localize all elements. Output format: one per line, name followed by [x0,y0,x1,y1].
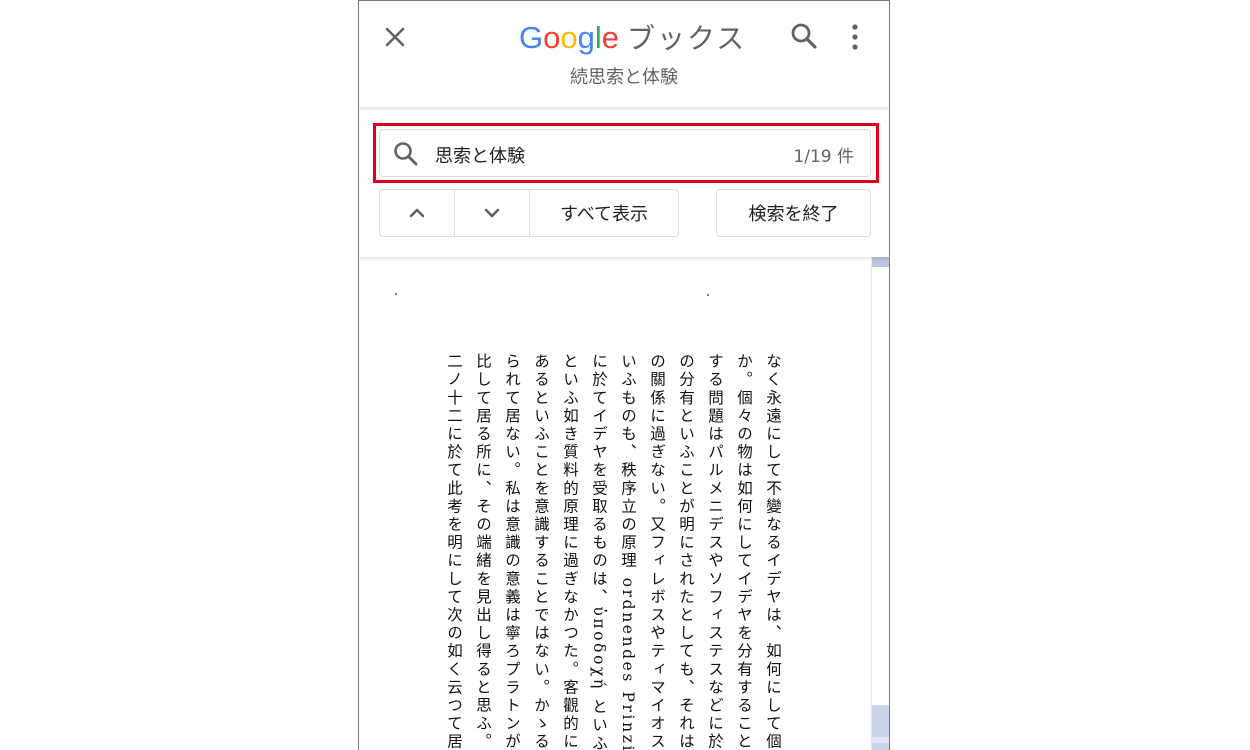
brand-letter: o [560,20,578,55]
close-button[interactable] [379,21,411,53]
chevron-down-icon [484,208,500,218]
text-column: に於てイデヤを受取るものは、ὑποδοχή といふものと考へら [590,353,608,750]
search-icon [791,23,817,49]
page-speck [707,294,709,296]
text-column: の分有といふことが明にされたとしても、それは客觀界に於 [677,353,695,750]
text-column: いふものも、秩序立の原理 ordnendes Prinzip 以上に出て [619,353,637,750]
brand-letter: e [601,20,620,55]
page-scrollbar[interactable] [871,257,889,750]
text-column: られて居ない。私は意識の意義は寧ろプラトンがテアイテ [503,353,521,750]
service-name: ブックス [627,22,747,55]
next-result-button[interactable] [455,190,530,236]
annotation-highlight-box [373,123,879,183]
book-page-view[interactable]: なく永遠にして不變なるイデヤは、如何にして個々の物と結 か。個々の物は如何にしてイ… [359,257,889,750]
text-column: あるといふことを意識することではない。かゝる區別はま [532,353,550,750]
text-column: といふ如き質料的原理に過ぎなかつた。客觀的に斯くある [561,353,579,750]
book-title: 続思索と体験 [570,67,678,88]
text-column: なく永遠にして不變なるイデヤは、如何にして個々の物と結 [764,353,782,750]
google-wordmark: Google [519,20,619,56]
brand-letter: g [577,20,595,55]
text-column: 二ノ十二に於て此考を明にして次の如く云つて居る。In re [445,353,463,750]
previous-result-button[interactable] [380,190,455,236]
brand-letter: l [594,20,602,55]
scroll-marker [872,257,889,267]
app-bar: Google ブックス 続思索と体験 [359,1,889,107]
search-button[interactable] [789,21,819,51]
google-books-logo: Google ブックス [519,17,746,57]
end-search-button[interactable]: 検索を終了 [716,189,871,237]
chevron-up-icon [409,208,425,218]
brand-letter: o [543,20,561,55]
more-vert-icon [852,24,858,50]
text-column: する問題はパルメニデスやソフィステスなどに於て論ぜら [706,353,724,750]
more-options-button[interactable] [847,21,863,53]
vertical-text-block: なく永遠にして不變なるイデヤは、如何にして個々の物と結 か。個々の物は如何にしてイ… [439,353,787,750]
text-column: 比して居る所に、その端緒を見出し得ると思ふ。アリストテ [474,353,492,750]
brand-letter: G [519,20,544,55]
scroll-marker [872,737,889,743]
page-speck [395,293,397,295]
in-book-search-bar: 思索と体験 1/19 件 すべて表示 検索を終了 [359,111,889,257]
text-column: か。個々の物は如何にしてイデヤを分有することができる [735,353,753,750]
scroll-marker [872,705,889,750]
text-column: の關係に過ぎない。又フィレボスやティマイオスに於て論 [648,353,666,750]
page-text: なく永遠にして不變なるイデヤは、如何にして個々の物と結 か。個々の物は如何にしてイ… [439,353,799,750]
phone-screen: Google ブックス 続思索と体験 思索と体験 1/19 件 すべて表示 検索… [358,0,890,750]
show-all-results-button[interactable]: すべて表示 [530,190,678,236]
close-icon [385,27,405,47]
result-navigation: すべて表示 [379,189,679,237]
